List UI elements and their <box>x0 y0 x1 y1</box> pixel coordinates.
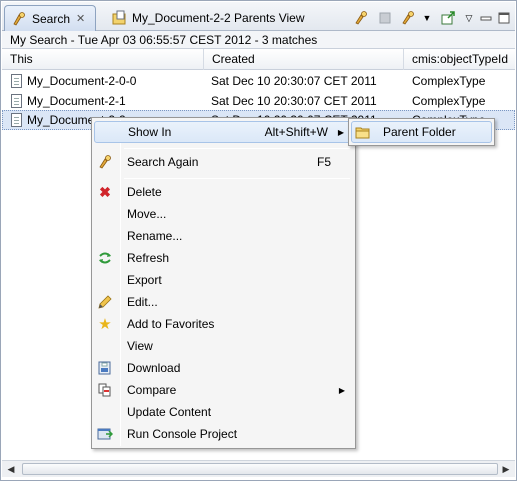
menu-item-export[interactable]: Export <box>94 269 353 291</box>
search-options-icon[interactable] <box>400 10 416 26</box>
stop-icon[interactable] <box>377 10 393 26</box>
row-created: Sat Dec 10 20:30:07 CET 2011 <box>211 94 377 108</box>
menu-item-compare[interactable]: Compare ▶ <box>94 379 353 401</box>
submenu-arrow-icon: ▶ <box>337 127 344 137</box>
view-menu-chevron-icon[interactable]: ▽ <box>461 10 477 26</box>
column-header-this[interactable]: This <box>2 49 204 70</box>
column-header-created[interactable]: Created <box>204 49 404 70</box>
row-created: Sat Dec 10 20:30:07 CET 2011 <box>211 74 377 88</box>
star-icon: ★ <box>98 316 112 333</box>
context-menu: Show In Alt+Shift+W ▶ Search Again F5 ✖ … <box>91 117 356 449</box>
menu-item-view[interactable]: View <box>94 335 353 357</box>
menu-item-show-in[interactable]: Show In Alt+Shift+W ▶ <box>94 121 353 143</box>
close-icon[interactable]: ✕ <box>76 12 85 25</box>
scroll-left-icon[interactable]: ◀ <box>4 463 18 476</box>
shortcut-label: F5 <box>316 155 331 169</box>
export-icon[interactable] <box>440 10 456 26</box>
menu-item-refresh[interactable]: Refresh <box>94 247 353 269</box>
tab-parents-view[interactable]: My_Document-2-2 Parents View <box>105 5 330 31</box>
refresh-icon <box>97 250 113 266</box>
document-icon <box>11 74 22 88</box>
search-again-icon <box>97 154 113 170</box>
row-type: ComplexType <box>412 94 486 108</box>
menu-item-parent-folder[interactable]: Parent Folder <box>351 121 492 143</box>
menu-item-delete[interactable]: ✖ Delete <box>94 181 353 203</box>
scroll-right-icon[interactable]: ▶ <box>499 463 513 476</box>
show-in-submenu: Parent Folder <box>348 118 495 146</box>
menu-item-update-content[interactable]: Update Content <box>94 401 353 423</box>
folder-view-icon <box>111 10 127 26</box>
shortcut-label: Alt+Shift+W <box>264 125 328 139</box>
compare-icon <box>97 382 113 398</box>
tab-bar: Search ✕ My_Document-2-2 Parents View ▼ … <box>2 2 515 31</box>
menu-item-download[interactable]: Download <box>94 357 353 379</box>
minimize-icon[interactable] <box>478 10 494 26</box>
console-icon <box>97 426 113 442</box>
menu-item-move[interactable]: Move... <box>94 203 353 225</box>
menu-item-run-console-project[interactable]: Run Console Project <box>94 423 353 445</box>
folder-icon <box>355 124 371 140</box>
scroll-thumb[interactable] <box>22 463 498 475</box>
search-icon <box>11 11 27 27</box>
search-again-icon[interactable] <box>353 10 369 26</box>
maximize-icon[interactable] <box>496 10 512 26</box>
menu-item-edit[interactable]: Edit... <box>94 291 353 313</box>
table-header: This Created cmis:objectTypeId <box>2 49 515 70</box>
submenu-arrow-icon: ▶ <box>338 385 345 395</box>
column-header-type[interactable]: cmis:objectTypeId <box>404 49 515 70</box>
download-icon <box>97 360 113 376</box>
menu-item-search-again[interactable]: Search Again F5 <box>94 151 353 173</box>
menu-item-add-to-favorites[interactable]: ★ Add to Favorites <box>94 313 353 335</box>
table-row[interactable]: My_Document-2-1 Sat Dec 10 20:30:07 CET … <box>2 91 515 111</box>
document-icon <box>11 94 22 108</box>
tab-search-label: Search <box>32 11 71 26</box>
row-name: My_Document-2-0-0 <box>27 74 137 88</box>
menu-separator <box>124 178 350 179</box>
search-summary: My Search - Tue Apr 03 06:55:57 CEST 201… <box>2 31 515 49</box>
row-type: ComplexType <box>412 74 486 88</box>
menu-separator <box>124 148 350 149</box>
document-icon <box>11 113 22 127</box>
row-name: My_Document-2-1 <box>27 94 126 108</box>
tab-parents-view-label: My_Document-2-2 Parents View <box>132 11 305 25</box>
horizontal-scrollbar[interactable]: ◀ ▶ <box>2 460 515 477</box>
table-row[interactable]: My_Document-2-0-0 Sat Dec 10 20:30:07 CE… <box>2 71 515 91</box>
menu-item-rename[interactable]: Rename... <box>94 225 353 247</box>
view-menu-icon[interactable]: ▼ <box>419 10 435 26</box>
delete-icon: ✖ <box>99 183 111 200</box>
pencil-icon <box>97 294 113 310</box>
tab-search[interactable]: Search ✕ <box>4 5 96 31</box>
